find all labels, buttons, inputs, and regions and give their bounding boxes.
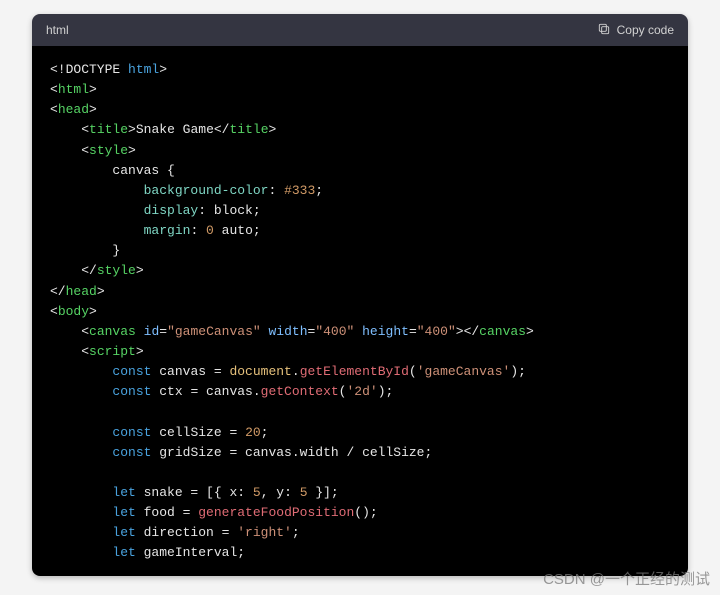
language-label: html — [46, 23, 69, 37]
copy-code-label: Copy code — [617, 23, 674, 37]
code-block: html Copy code <!DOCTYPE html> <html> <h… — [32, 14, 688, 576]
code-header: html Copy code — [32, 14, 688, 46]
copy-code-button[interactable]: Copy code — [597, 22, 674, 39]
clipboard-icon — [597, 22, 611, 39]
code-content: <!DOCTYPE html> <html> <head> <title>Sna… — [32, 46, 688, 576]
